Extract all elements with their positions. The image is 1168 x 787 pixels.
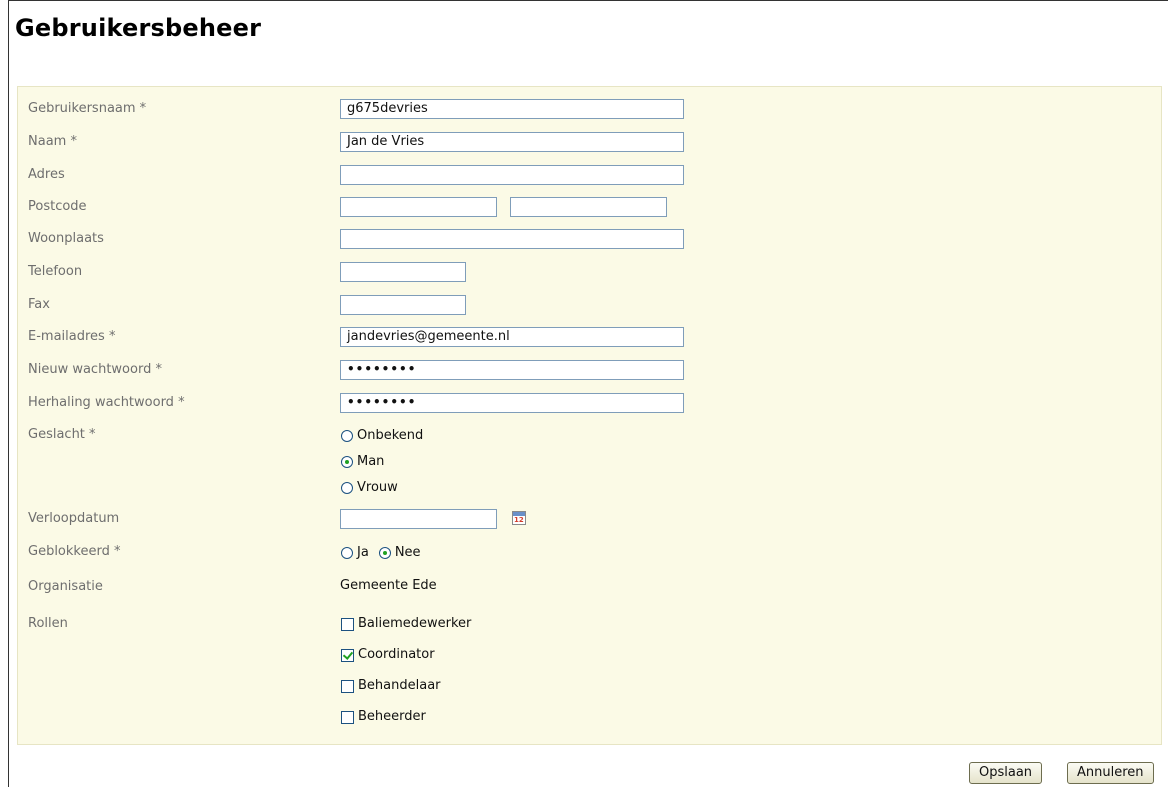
save-button[interactable]: Opslaan [969,762,1043,784]
radio-onbekend[interactable] [341,430,353,442]
fax-input[interactable] [340,295,466,315]
checkbox-baliemedewerker[interactable] [341,617,354,631]
phone-label: Telefoon [28,264,83,279]
role-label: Coordinator [358,647,435,662]
checkbox-coordinator[interactable] [341,648,354,662]
checkbox-behandelaar[interactable] [341,679,354,693]
new-password-label: Nieuw wachtwoord * [28,362,162,377]
role-baliemedewerker[interactable]: Baliemedewerker [341,616,471,632]
new-password-input[interactable]: •••••••• [340,360,684,380]
role-behandelaar[interactable]: Behandelaar [341,678,441,694]
organisation-label: Organisatie [28,579,103,594]
gender-option-label: Man [357,454,385,469]
address-label: Adres [28,167,65,182]
blocked-option-nee-label: Nee [394,545,421,560]
postcode-digits-input[interactable] [340,197,497,217]
organisation-value: Gemeente Ede [340,578,437,593]
roles-label: Rollen [28,616,68,631]
expiry-date-input[interactable] [340,509,497,529]
email-input[interactable]: jandevries@gemeente.nl [340,327,684,347]
role-label: Beheerder [358,709,426,724]
gender-option-vrouw[interactable]: Vrouw [341,480,398,496]
gender-option-label: Onbekend [357,428,424,443]
gender-option-label: Vrouw [357,480,398,495]
city-label: Woonplaats [28,231,104,246]
radio-ja[interactable] [341,547,353,559]
radio-nee[interactable] [378,547,391,559]
repeat-password-label: Herhaling wachtwoord * [28,395,185,410]
cancel-button[interactable]: Annuleren [1067,762,1154,784]
role-coordinator[interactable]: Coordinator [341,647,435,663]
address-input[interactable] [340,165,684,185]
phone-input[interactable] [340,262,466,282]
postcode-label: Postcode [28,199,87,214]
fax-label: Fax [28,297,50,312]
city-input[interactable] [340,229,684,249]
postcode-letters-input[interactable] [510,197,667,217]
email-label: E-mailadres * [28,329,116,344]
calendar-icon[interactable]: 12 [512,511,526,525]
blocked-option-ja-label: Ja [357,545,369,560]
name-label: Naam * [28,134,77,149]
role-label: Baliemedewerker [358,616,472,631]
role-label: Behandelaar [358,678,441,693]
role-beheerder[interactable]: Beheerder [341,709,426,725]
gender-option-onbekend[interactable]: Onbekend [341,428,423,444]
blocked-options: Ja Nee [341,545,421,561]
gender-label: Geslacht * [28,427,96,442]
username-label: Gebruikersnaam * [28,101,147,116]
radio-man[interactable] [341,456,353,468]
name-input[interactable]: Jan de Vries [340,132,684,152]
username-input[interactable]: g675devries [340,99,684,119]
page-title: Gebruikersbeheer [15,14,262,42]
blocked-label: Geblokkeerd * [28,544,121,559]
checkbox-beheerder[interactable] [341,710,354,724]
repeat-password-input[interactable]: •••••••• [340,393,684,413]
expiry-label: Verloopdatum [28,511,120,526]
calendar-day-number: 12 [514,516,524,524]
gender-option-man[interactable]: Man [341,454,384,470]
radio-vrouw[interactable] [341,482,353,494]
